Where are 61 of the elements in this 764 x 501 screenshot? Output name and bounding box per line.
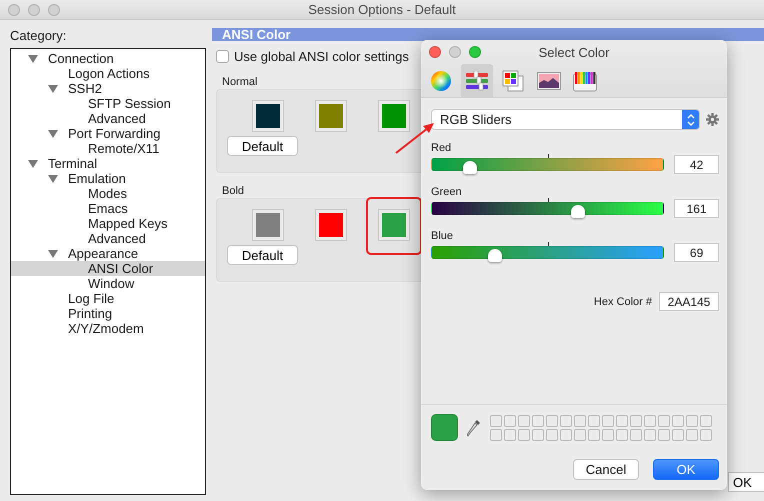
- settings-icon[interactable]: [706, 113, 719, 126]
- tree-item[interactable]: X/Y/Zmodem: [11, 321, 205, 336]
- tree-item[interactable]: Emacs: [11, 201, 205, 216]
- category-label: Category:: [10, 28, 68, 43]
- ok-button[interactable]: OK: [728, 472, 764, 492]
- mode-dropdown[interactable]: RGB Sliders: [431, 109, 700, 130]
- tree-item[interactable]: Log File: [11, 291, 205, 306]
- current-color-well[interactable]: [431, 414, 458, 441]
- default-button[interactable]: Default: [227, 245, 298, 265]
- tree-item[interactable]: Window: [11, 276, 205, 291]
- swatch-grid[interactable]: [490, 414, 712, 440]
- tree-item[interactable]: SFTP Session: [11, 96, 205, 111]
- slider-label: Blue: [431, 230, 454, 242]
- stepper-icon: [686, 114, 695, 126]
- tree-item[interactable]: Mapped Keys: [11, 216, 205, 231]
- tree-item[interactable]: Advanced: [11, 231, 205, 246]
- tree-item[interactable]: SSH2: [11, 81, 205, 96]
- color-wheel-icon: [430, 70, 452, 92]
- landscape-image-icon: [537, 70, 561, 90]
- slider-thumb[interactable]: [488, 249, 502, 262]
- window-title: Session Options - Default: [308, 2, 456, 17]
- eyedropper-icon[interactable]: [467, 418, 481, 436]
- hex-label: Hex Color #: [594, 296, 652, 308]
- close-button[interactable]: [429, 46, 441, 58]
- expanded-triangle-icon[interactable]: [48, 84, 58, 93]
- tree-item[interactable]: Connection: [11, 51, 205, 66]
- group-title: Bold: [222, 185, 244, 197]
- slider-label: Green: [431, 186, 463, 198]
- tree-item[interactable]: Modes: [11, 186, 205, 201]
- checkbox-label: Use global ANSI color settings: [234, 49, 409, 64]
- tree-item[interactable]: Printing: [11, 306, 205, 321]
- default-button[interactable]: Default: [227, 136, 298, 156]
- slider-thumb[interactable]: [463, 161, 478, 174]
- cancel-button[interactable]: Cancel: [573, 459, 639, 480]
- palette-grid-icon: [502, 70, 524, 92]
- tree-item[interactable]: Terminal: [11, 156, 205, 171]
- zoom-button[interactable]: [469, 46, 481, 58]
- value-field[interactable]: 161: [674, 199, 719, 218]
- tree-item[interactable]: ANSI Color: [11, 261, 205, 276]
- expanded-triangle-icon[interactable]: [48, 129, 58, 138]
- tree-item[interactable]: Appearance: [11, 246, 205, 261]
- mode-tab[interactable]: [461, 64, 493, 97]
- hex-field[interactable]: 2AA145: [659, 292, 719, 311]
- tree-item[interactable]: Remote/X11: [11, 141, 205, 156]
- expanded-triangle-icon[interactable]: [28, 54, 38, 63]
- ok-button[interactable]: OK: [653, 459, 719, 480]
- slider-label: Red: [431, 142, 452, 154]
- crayons-icon: [573, 70, 597, 92]
- checkbox[interactable]: [216, 50, 229, 63]
- expanded-triangle-icon[interactable]: [48, 249, 58, 258]
- sliders-icon: [465, 70, 489, 90]
- slider-thumb[interactable]: [570, 205, 585, 218]
- panel-header: ANSI Color: [212, 28, 764, 41]
- value-field[interactable]: 69: [674, 243, 719, 262]
- tree-item[interactable]: Port Forwarding: [11, 126, 205, 141]
- tree-item[interactable]: Advanced: [11, 111, 205, 126]
- tree-item[interactable]: Emulation: [11, 171, 205, 186]
- dialog-title: Select Color: [538, 44, 610, 60]
- group-title: Normal: [222, 76, 258, 88]
- tree-item[interactable]: Logon Actions: [11, 66, 205, 81]
- value-field[interactable]: 42: [674, 155, 719, 174]
